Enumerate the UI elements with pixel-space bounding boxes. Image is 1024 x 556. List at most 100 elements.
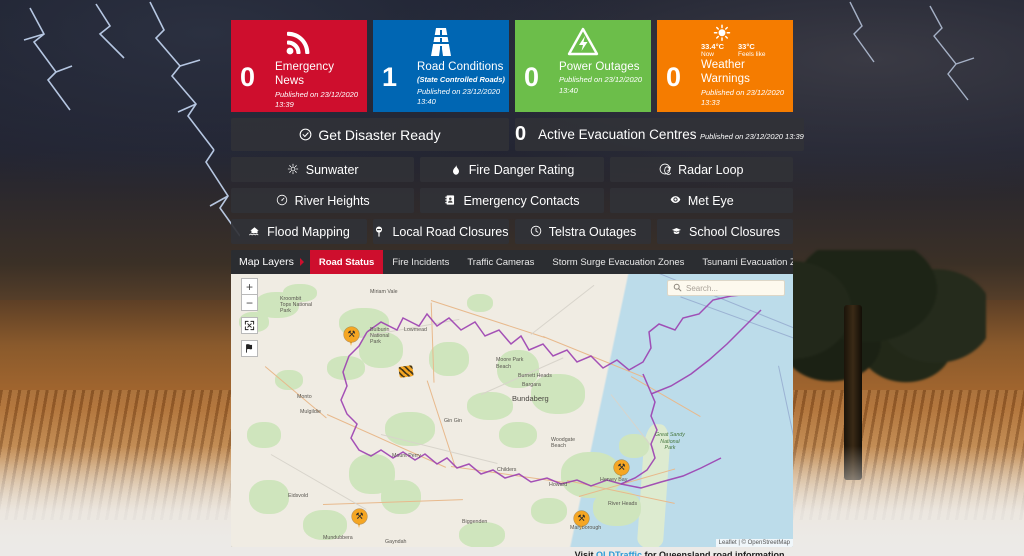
tile-title: Weather Warnings bbox=[701, 59, 750, 86]
roadworks-icon: ⚒ bbox=[347, 329, 356, 339]
tab-fire-incidents[interactable]: Fire Incidents bbox=[383, 250, 458, 274]
place-label: Lowmead bbox=[404, 327, 427, 333]
layers-flag-icon[interactable] bbox=[241, 340, 258, 357]
place-label: Bargara bbox=[522, 382, 541, 388]
sunwater-label: Sunwater bbox=[305, 162, 359, 177]
place-label: Mulgildie bbox=[300, 409, 321, 415]
roadworks-icon: ⚒ bbox=[577, 513, 586, 523]
roadworks-icon: ⚒ bbox=[355, 511, 364, 521]
active-evacuation-centres-panel[interactable]: 0 Active Evacuation Centres Published on… bbox=[515, 118, 804, 151]
place-label: Burnett Heads bbox=[518, 373, 552, 379]
map-search-box[interactable]: Search... bbox=[667, 280, 785, 296]
place-label: Park bbox=[370, 339, 381, 345]
place-label: Mundubbera bbox=[323, 535, 353, 541]
road-incident-pin[interactable]: ⚒ bbox=[344, 327, 359, 347]
river-heights-button[interactable]: River Heights bbox=[231, 188, 415, 213]
fullscreen-icon[interactable] bbox=[241, 317, 258, 334]
place-label: Bundaberg bbox=[512, 394, 549, 403]
telstra-outages-label: Telstra Outages bbox=[548, 224, 637, 239]
map-layers-label: Map Layers bbox=[239, 256, 294, 268]
road-closure-icon bbox=[373, 225, 386, 238]
fire-danger-rating-label: Fire Danger Rating bbox=[468, 162, 575, 177]
tab-road-status[interactable]: Road Status bbox=[309, 250, 384, 274]
temp-now-value: 33.4°C bbox=[701, 42, 725, 51]
roadworks-strip[interactable] bbox=[398, 365, 414, 378]
emergency-contacts-label: Emergency Contacts bbox=[463, 193, 580, 208]
eye-icon bbox=[669, 194, 682, 207]
road-incident-pin[interactable]: ⚒ bbox=[614, 460, 629, 480]
school-closures-label: School Closures bbox=[688, 224, 780, 239]
met-eye-button[interactable]: Met Eye bbox=[609, 188, 793, 213]
tile-count: 1 bbox=[382, 62, 398, 92]
park-label: Great Sandy National Park bbox=[655, 432, 685, 452]
tile-weather-warnings[interactable]: 33.4°C Now 33°C Feels like 0 Weather War… bbox=[657, 20, 793, 112]
place-label: Howard bbox=[549, 482, 568, 488]
tile-count: 0 bbox=[666, 62, 682, 92]
place-label: Gayndah bbox=[385, 539, 407, 545]
flood-mapping-button[interactable]: Flood Mapping bbox=[231, 219, 367, 244]
place-label: Monto bbox=[297, 394, 312, 400]
tile-emergency-news[interactable]: 0 Emergency News Published on 23/12/2020… bbox=[231, 20, 367, 112]
tile-road-conditions[interactable]: 1 Road Conditions (State Controlled Road… bbox=[373, 20, 509, 112]
river-heights-label: River Heights bbox=[294, 193, 370, 208]
telstra-outages-button[interactable]: Telstra Outages bbox=[515, 219, 651, 244]
footer-note: Visit QLDTraffic for Queensland road inf… bbox=[231, 547, 793, 556]
emergency-contacts-button[interactable]: Emergency Contacts bbox=[420, 188, 604, 213]
graduation-cap-icon bbox=[670, 225, 683, 238]
leaflet-map[interactable]: Miriam Vale Lowmead Moore Park Beach Burnett… bbox=[231, 274, 793, 547]
tile-title: Power Outages bbox=[559, 61, 640, 73]
tab-tsunami-evacuation-zones[interactable]: Tsunami Evacuation Zones bbox=[693, 250, 793, 274]
clock-icon bbox=[530, 225, 543, 238]
tab-label: Storm Surge Evacuation Zones bbox=[552, 256, 685, 268]
sunwater-button[interactable]: Sunwater bbox=[231, 157, 415, 182]
map-layers-dropdown[interactable]: Map Layers bbox=[231, 250, 310, 274]
contact-book-icon bbox=[444, 194, 457, 207]
map-attribution[interactable]: Leaflet | © OpenStreetMap bbox=[715, 539, 793, 547]
place-label: Miriam Vale bbox=[370, 289, 398, 295]
get-disaster-ready-label: Get Disaster Ready bbox=[318, 126, 441, 143]
tab-storm-surge-evacuation-zones[interactable]: Storm Surge Evacuation Zones bbox=[543, 250, 693, 274]
evacuation-published: Published on 23/12/2020 13:39 bbox=[699, 131, 804, 141]
evacuation-count: 0 bbox=[515, 123, 527, 145]
place-label: Mount Perry bbox=[392, 453, 421, 459]
temp-feels-value: 33°C bbox=[738, 42, 755, 51]
flame-icon bbox=[450, 163, 463, 176]
gauge-icon bbox=[276, 194, 289, 207]
local-road-closures-button[interactable]: Local Road Closures bbox=[373, 219, 509, 244]
place-label: Eidsvold bbox=[288, 493, 309, 499]
get-disaster-ready-button[interactable]: Get Disaster Ready bbox=[231, 118, 509, 151]
zoom-out-button[interactable]: − bbox=[241, 294, 258, 311]
evacuation-label: Active Evacuation Centres bbox=[538, 126, 697, 142]
flood-house-icon bbox=[248, 225, 261, 238]
search-placeholder: Search... bbox=[686, 283, 719, 293]
place-label: Childers bbox=[497, 467, 517, 473]
tile-published: Published on 23/12/2020 13:39 bbox=[275, 89, 358, 109]
rss-feed-icon bbox=[281, 26, 317, 58]
tab-label: Fire Incidents bbox=[392, 256, 450, 268]
radar-icon bbox=[659, 163, 673, 176]
school-closures-button[interactable]: School Closures bbox=[657, 219, 793, 244]
place-label: Park bbox=[280, 308, 291, 314]
fire-danger-rating-button[interactable]: Fire Danger Rating bbox=[420, 157, 604, 182]
tile-power-outages[interactable]: 0 Power Outages Published on 23/12/2020 … bbox=[515, 20, 651, 112]
place-label: Beach bbox=[551, 443, 567, 449]
chevron-right-icon bbox=[299, 258, 304, 266]
electricity-hazard-icon bbox=[565, 26, 601, 58]
tile-published: Published on 23/12/2020 13:40 bbox=[417, 86, 500, 106]
search-icon bbox=[673, 279, 682, 297]
dashboard-panel: 0 Emergency News Published on 23/12/2020… bbox=[231, 20, 804, 556]
qldtraffic-link[interactable]: QLDTraffic bbox=[596, 550, 642, 556]
zoom-in-button[interactable]: + bbox=[241, 278, 258, 295]
place-label: Gin Gin bbox=[444, 418, 462, 424]
footer-prefix: Visit bbox=[574, 550, 596, 556]
radar-loop-button[interactable]: Radar Loop bbox=[609, 157, 793, 182]
road-incident-pin[interactable]: ⚒ bbox=[574, 511, 589, 531]
status-tiles: 0 Emergency News Published on 23/12/2020… bbox=[231, 20, 793, 112]
sun-small-icon bbox=[287, 163, 300, 176]
tile-subtitle: (State Controlled Roads) bbox=[417, 75, 505, 85]
road-incident-pin[interactable]: ⚒ bbox=[352, 509, 367, 529]
place-label: River Heads bbox=[608, 501, 638, 507]
link-row-3: Flood Mapping Local Road Closures Telstr… bbox=[231, 219, 793, 244]
weather-temperatures: 33.4°C Now 33°C Feels like bbox=[701, 42, 789, 60]
tab-traffic-cameras[interactable]: Traffic Cameras bbox=[458, 250, 543, 274]
